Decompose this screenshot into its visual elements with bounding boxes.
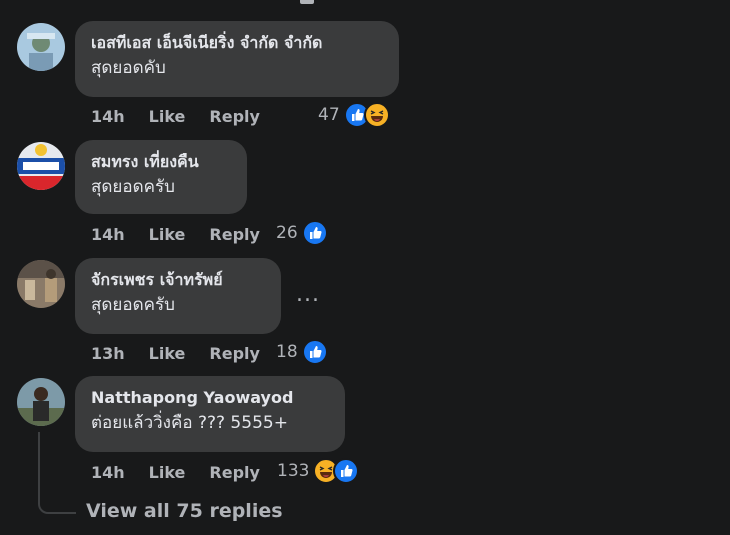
avatar[interactable] [17,142,65,190]
previous-content-edge [300,0,314,4]
comment-text: สุดยอดครับ [91,177,175,197]
like-button[interactable]: Like [149,463,186,482]
more-options-icon[interactable]: ... [296,282,320,307]
comment-actions: 14h Like Reply [91,104,260,128]
reply-button[interactable]: Reply [209,463,260,482]
reaction-summary[interactable]: 26 [276,220,328,246]
like-reaction-icon [301,339,328,365]
comment-text: สุดยอดคับ [91,58,166,78]
reaction-summary[interactable]: 133 [277,458,360,484]
like-reaction-icon [333,458,360,484]
comment-timestamp[interactable]: 13h [91,344,125,363]
comment-bubble: Natthapong Yaowayod ต่อยแล้ววิ่งคือ ??? … [75,376,345,452]
reply-thread-line [38,432,76,514]
avatar[interactable] [17,23,65,71]
comment-actions: 14h Like Reply [91,460,260,484]
comment-author[interactable]: สมทรง เที่ยงคืน [91,150,233,174]
comment-actions: 13h Like Reply [91,341,260,365]
avatar[interactable] [17,378,65,426]
like-button[interactable]: Like [149,107,186,126]
comment-timestamp[interactable]: 14h [91,225,125,244]
comment-author[interactable]: Natthapong Yaowayod [91,386,331,410]
reaction-count: 18 [276,342,298,362]
view-all-replies-link[interactable]: View all 75 replies [86,500,283,522]
reply-button[interactable]: Reply [209,225,260,244]
like-button[interactable]: Like [149,344,186,363]
like-button[interactable]: Like [149,225,186,244]
reply-button[interactable]: Reply [209,344,260,363]
comment-author[interactable]: จักรเพชร เจ้าทรัพย์ [91,268,267,292]
comment-text: สุดยอดครับ [91,295,175,315]
comment-bubble: เอสทีเอส เอ็นจีเนียริ่ง จำกัด จำกัด สุดย… [75,21,399,97]
reaction-count: 133 [277,461,310,481]
comment-text: ต่อยแล้ววิ่งคือ ??? 5555+ [91,413,288,433]
reaction-summary[interactable]: 18 [276,339,328,365]
like-reaction-icon [301,220,328,246]
comment-timestamp[interactable]: 14h [91,463,125,482]
reaction-count: 47 [318,105,340,125]
avatar[interactable] [17,260,65,308]
comment-actions: 14h Like Reply [91,222,260,246]
comment-timestamp[interactable]: 14h [91,107,125,126]
comment-bubble: สมทรง เที่ยงคืน สุดยอดครับ [75,140,247,214]
reaction-summary[interactable]: 47 [318,102,390,128]
reply-button[interactable]: Reply [209,107,260,126]
comment-bubble: จักรเพชร เจ้าทรัพย์ สุดยอดครับ [75,258,281,334]
haha-reaction-icon [363,102,390,128]
comment-author[interactable]: เอสทีเอส เอ็นจีเนียริ่ง จำกัด จำกัด [91,31,385,55]
reaction-count: 26 [276,223,298,243]
